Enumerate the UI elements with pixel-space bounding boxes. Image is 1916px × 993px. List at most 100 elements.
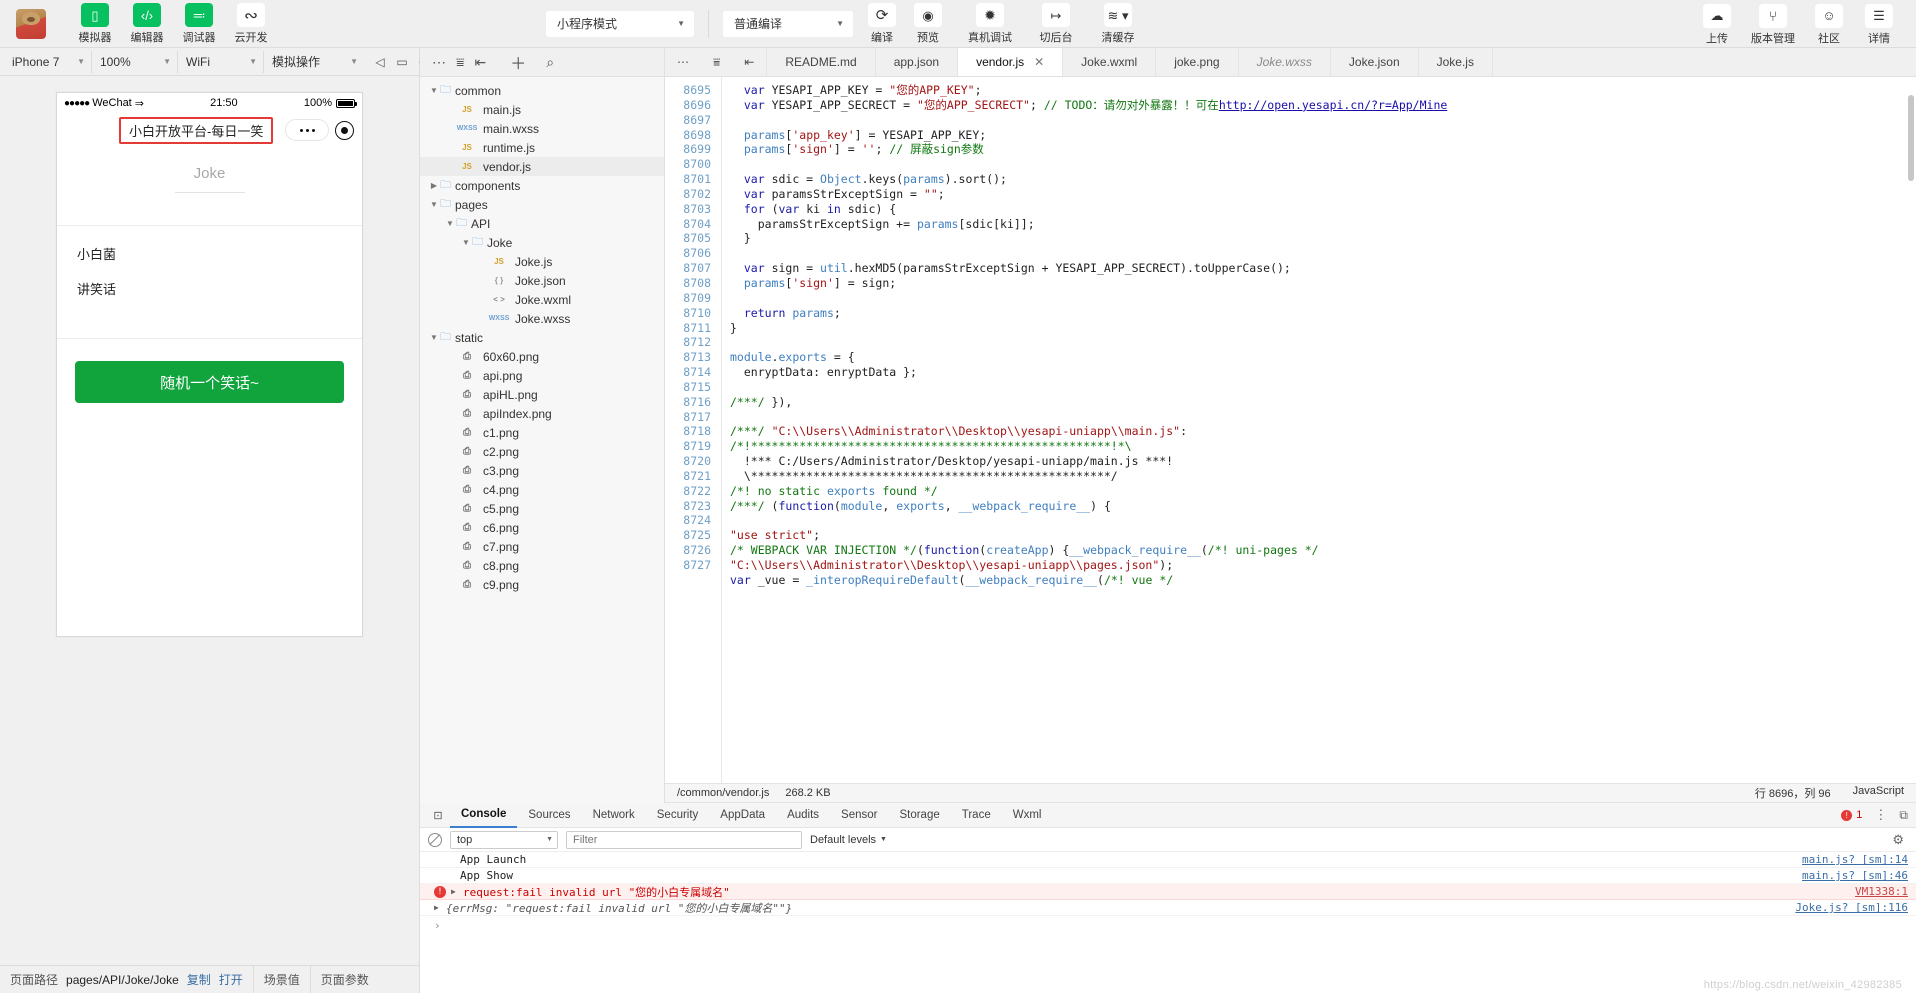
console-tab-appdata[interactable]: AppData <box>709 803 776 828</box>
console-log-source[interactable]: VM1338:1 <box>1855 885 1908 898</box>
toolbar-button-version-management[interactable]: ⑂ 版本管理 <box>1742 2 1804 47</box>
tree-file[interactable]: < > Joke.wxml <box>420 290 664 309</box>
console-tab-bar[interactable]: ⊡ Console Sources Network Security AppData Au… <box>420 803 1916 828</box>
console-tab-trace[interactable]: Trace <box>951 803 1002 828</box>
toolbar-button-community[interactable]: ☺ 社区 <box>1804 2 1854 47</box>
tree-file[interactable]: ⎙ c9.png <box>420 575 664 594</box>
language-label[interactable]: JavaScript <box>1853 785 1904 801</box>
editor-tab-bar[interactable]: ⋯ ⩸ ⇤ README.md app.json vendor.js ✕ Joke.wxml j… <box>665 48 1916 77</box>
tree-file[interactable]: ⎙ c6.png <box>420 518 664 537</box>
toolbar-button-simulator[interactable]: ▯ 模拟器 <box>70 1 120 46</box>
tree-folder[interactable]: ▼ 🗀 static <box>420 328 664 347</box>
toolbar-button-cloud-dev[interactable]: ∾ 云开发 <box>226 1 276 46</box>
scene-value-cell[interactable]: 场景值 <box>254 966 310 993</box>
console-log-row[interactable]: App Show main.js? [sm]:46 <box>420 868 1916 884</box>
expand-arrow-icon[interactable]: ▶ <box>451 887 463 896</box>
dock-side-icon[interactable]: ⊡ <box>426 809 450 822</box>
console-log-row[interactable]: ! ▶ request:fail invalid url "您的小白专属域名" VM1… <box>420 884 1916 900</box>
tree-file[interactable]: ⎙ c1.png <box>420 423 664 442</box>
toolbar-button-real-device-debug[interactable]: ✹ 真机调试 <box>959 1 1021 46</box>
tree-file[interactable]: ⎙ c3.png <box>420 461 664 480</box>
editor-tab[interactable]: vendor.js ✕ <box>958 48 1064 76</box>
editor-tab[interactable]: Joke.wxml <box>1063 48 1157 76</box>
toolbar-button-editor[interactable]: ‹/› 编辑器 <box>122 1 172 46</box>
console-log-source[interactable]: main.js? [sm]:14 <box>1802 853 1908 866</box>
chevron-icon[interactable]: ▼ <box>428 200 440 209</box>
device-select[interactable]: iPhone 7 ▼ <box>4 50 92 73</box>
close-icon[interactable]: ✕ <box>1034 55 1044 69</box>
console-log-row[interactable]: ▶ {errMsg: "request:fail invalid url "您的小… <box>420 900 1916 916</box>
console-log-source[interactable]: main.js? [sm]:46 <box>1802 869 1908 882</box>
tree-file[interactable]: WXSS Joke.wxss <box>420 309 664 328</box>
editor-tab[interactable]: Joke.js <box>1419 48 1493 76</box>
more-icon[interactable]: ⋯ <box>665 48 701 76</box>
compile-select[interactable]: 普通编译 ▼ <box>723 10 853 37</box>
expand-arrow-icon[interactable]: ▶ <box>434 903 446 912</box>
settings-gear-icon[interactable]: ⚙ <box>1892 832 1904 848</box>
mode-select[interactable]: 小程序模式 ▼ <box>546 10 694 37</box>
page-params-cell[interactable]: 页面参数 <box>311 966 379 993</box>
operation-select[interactable]: 模拟操作 ▼ <box>264 51 364 73</box>
tree-file[interactable]: JS runtime.js <box>420 138 664 157</box>
console-tab-sensor[interactable]: Sensor <box>830 803 888 828</box>
tree-file[interactable]: ⎙ 60x60.png <box>420 347 664 366</box>
tree-file[interactable]: ⎙ api.png <box>420 366 664 385</box>
tree-folder[interactable]: ▼ 🗀 API <box>420 214 664 233</box>
console-tab-security[interactable]: Security <box>646 803 710 828</box>
console-log-row[interactable]: App Launch main.js? [sm]:14 <box>420 852 1916 868</box>
window-icon[interactable]: ▭ <box>392 52 412 72</box>
console-tab-network[interactable]: Network <box>582 803 646 828</box>
tree-folder[interactable]: ▼ 🗀 common <box>420 81 664 100</box>
editor-scrollbar[interactable] <box>1908 95 1914 181</box>
tree-file[interactable]: ⎙ c5.png <box>420 499 664 518</box>
open-path-button[interactable]: 打开 <box>219 971 243 988</box>
outline-icon[interactable]: ⩸ <box>456 54 465 71</box>
editor-tab[interactable]: README.md <box>767 48 876 76</box>
random-joke-button[interactable]: 随机一个笑话~ <box>75 361 344 403</box>
editor-tab[interactable]: app.json <box>876 48 959 76</box>
console-tab-storage[interactable]: Storage <box>888 803 950 828</box>
tree-file[interactable]: JS main.js <box>420 100 664 119</box>
tree-file[interactable]: JS Joke.js <box>420 252 664 271</box>
toolbar-button-upload[interactable]: ☁ 上传 <box>1692 2 1742 47</box>
chevron-icon[interactable]: ▼ <box>444 219 456 228</box>
console-tab-sources[interactable]: Sources <box>517 803 581 828</box>
mute-icon[interactable]: ◁ <box>370 52 390 72</box>
toolbar-button-clear-cache[interactable]: ≋ ▾ 清缓存 <box>1089 1 1147 46</box>
tree-file[interactable]: ⎙ apiHL.png <box>420 385 664 404</box>
code-content[interactable]: var YESAPI_APP_KEY = "您的APP_KEY"; var YE… <box>721 77 1916 783</box>
tree-file[interactable]: WXSS main.wxss <box>420 119 664 138</box>
code-view[interactable]: 8695 8696 8697 8698 8699 8700 8701 8702 8703 8704… <box>665 77 1916 783</box>
toolbar-button-details[interactable]: ☰ 详情 <box>1854 2 1904 47</box>
chevron-icon[interactable]: ▼ <box>428 86 440 95</box>
toolbar-button-debugger[interactable]: ≕ 调试器 <box>174 1 224 46</box>
console-log-source[interactable]: Joke.js? [sm]:116 <box>1795 901 1908 914</box>
tree-file[interactable]: JS vendor.js <box>420 157 664 176</box>
editor-tab[interactable]: Joke.json <box>1331 48 1419 76</box>
tree-file[interactable]: ⎙ c8.png <box>420 556 664 575</box>
more-icon[interactable] <box>285 119 329 141</box>
collapse-icon[interactable]: ⇤ <box>475 54 487 71</box>
toolbar-button-switch-background[interactable]: ↦ 切后台 <box>1029 1 1083 46</box>
console-tab-audits[interactable]: Audits <box>776 803 830 828</box>
context-select[interactable]: top ▼ <box>450 830 558 849</box>
clear-console-icon[interactable] <box>428 832 442 847</box>
user-avatar[interactable] <box>16 8 46 39</box>
split-icon[interactable]: ⇤ <box>732 48 768 76</box>
console-tab-console[interactable]: Console <box>450 803 518 828</box>
tree-file[interactable]: ⎙ c4.png <box>420 480 664 499</box>
tree-file[interactable]: ⎙ c2.png <box>420 442 664 461</box>
tree-file[interactable]: ⎙ c7.png <box>420 537 664 556</box>
tree-file[interactable]: ⎙ apiIndex.png <box>420 404 664 423</box>
more-icon[interactable]: ⋯ <box>432 54 446 71</box>
file-tree[interactable]: ▼ 🗀 common JS main.js WXSS main.wxss JS runtime.… <box>420 77 664 803</box>
toolbar-button-compile[interactable]: ⟳ 编译 <box>859 1 905 46</box>
editor-tab[interactable]: joke.png <box>1156 48 1239 76</box>
console-prompt[interactable]: › <box>420 916 1916 934</box>
console-log-list[interactable]: App Launch main.js? [sm]:14 App Show main.j… <box>420 852 1916 993</box>
chevron-icon[interactable]: ▼ <box>428 333 440 342</box>
network-select[interactable]: WiFi ▼ <box>178 50 264 73</box>
outline-icon[interactable]: ⩸ <box>701 48 732 76</box>
chevron-icon[interactable]: ▶ <box>428 181 440 190</box>
search-icon[interactable]: ⌕ <box>546 54 554 71</box>
